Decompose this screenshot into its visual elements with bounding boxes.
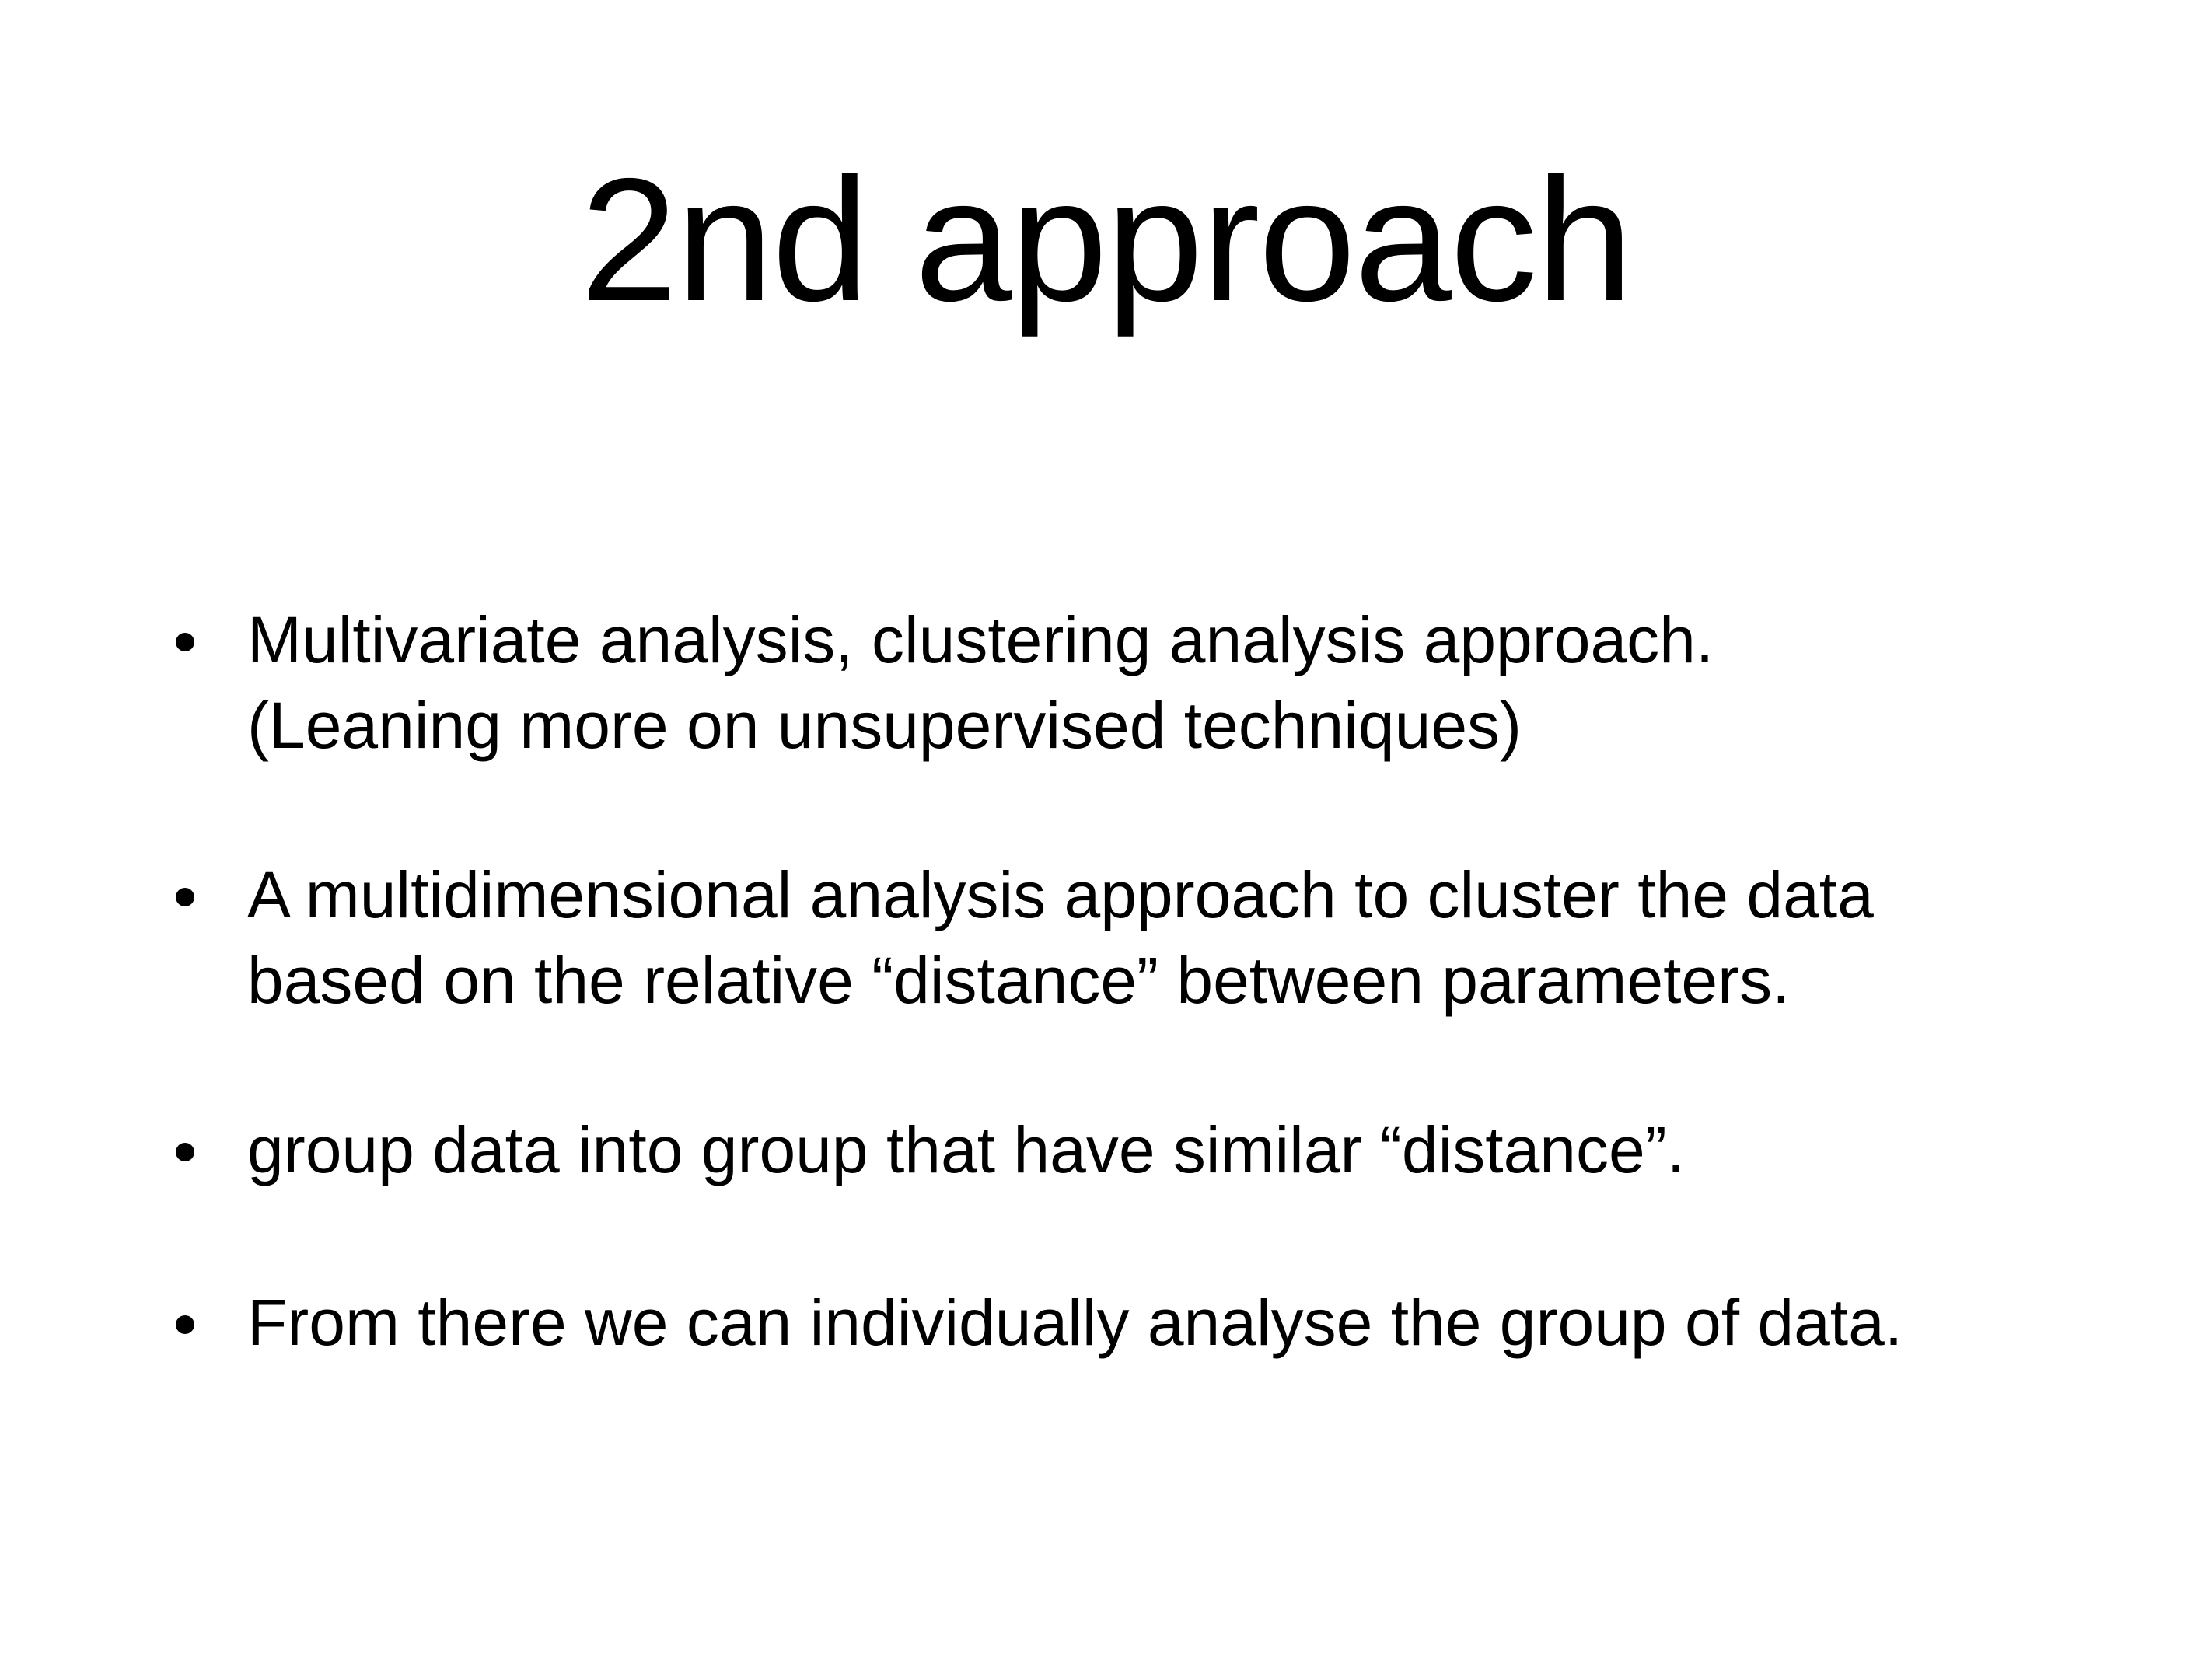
bullet-dot-icon: [176, 1315, 194, 1334]
bullet-text: From there we can individually analyse t…: [247, 1280, 2098, 1365]
bullet-item: group data into group that have similar …: [176, 1107, 2098, 1193]
bullet-text: Multivariate analysis, clustering analys…: [247, 597, 2098, 768]
bullet-line: From there we can individually analyse t…: [247, 1286, 1903, 1359]
bullet-list: Multivariate analysis, clustering analys…: [0, 0, 2212, 1659]
bullet-item: From there we can individually analyse t…: [176, 1280, 2098, 1365]
bullet-line: Multivariate analysis, clustering analys…: [247, 603, 1714, 676]
bullet-text: A multidimensional analysis approach to …: [247, 852, 2098, 1023]
bullet-line: based on the relative “distance” between…: [247, 944, 1791, 1017]
bullet-line: (Leaning more on unsupervised techniques…: [247, 689, 1522, 762]
bullet-line: group data into group that have similar …: [247, 1113, 1686, 1186]
bullet-dot-icon: [176, 888, 194, 906]
bullet-text: group data into group that have similar …: [247, 1107, 2098, 1193]
slide: 2nd approach Multivariate analysis, clus…: [0, 0, 2212, 1659]
bullet-line: A multidimensional analysis approach to …: [247, 858, 1874, 931]
bullet-dot-icon: [176, 633, 194, 651]
bullet-item: Multivariate analysis, clustering analys…: [176, 597, 2098, 768]
bullet-dot-icon: [176, 1143, 194, 1161]
bullet-item: A multidimensional analysis approach to …: [176, 852, 2098, 1023]
